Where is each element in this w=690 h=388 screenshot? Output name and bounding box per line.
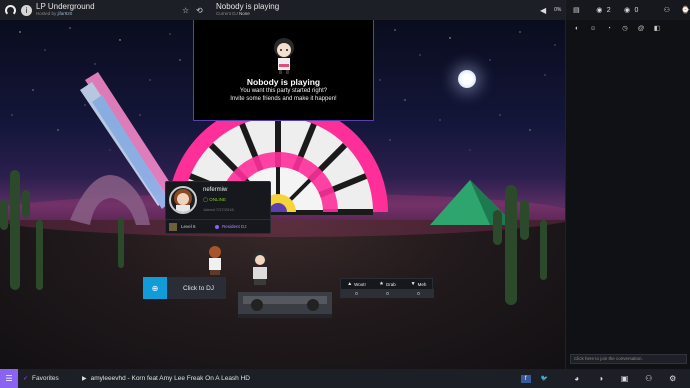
crowd-avatar-2 [253, 251, 267, 285]
user-role: Resident DJ [222, 224, 247, 229]
current-dj-prefix: Current DJ [216, 11, 238, 17]
grab-column: ★ Grab 0 [372, 279, 403, 299]
grab-count-icon[interactable]: ◉ [623, 6, 632, 14]
woot-count-icon[interactable]: ◉ [595, 6, 604, 14]
bottom-bar: ☰ ✓ Favorites ▶ amyleeevhd - Korn feat A… [0, 369, 690, 388]
volume-icon[interactable]: ◀ [540, 6, 546, 15]
at-icon[interactable]: @ [633, 25, 649, 32]
current-dj-name: None [239, 11, 250, 17]
sidebar-top-bar: ▤ ◉ 2 ◉ 0 ⚇ ⌚ [566, 0, 690, 20]
chat-toolbar: ◐ ☺ ◔ ◷ @ ◧ [566, 20, 690, 36]
sidebar-grab-count: 0 [634, 6, 639, 14]
profile-icon[interactable]: ⚇ [637, 374, 661, 383]
room-stage: Nobody is playing You want this party st… [0, 20, 565, 369]
grab-button[interactable]: ★ Grab [372, 279, 403, 289]
woot-count: 0 [341, 289, 372, 298]
woot-column: ▲ Woot! 0 [341, 279, 372, 299]
click-to-dj-button[interactable]: ⊕ Click to DJ [143, 277, 226, 299]
star-icon: ★ [379, 281, 384, 287]
thumbs-up-icon: ▲ [347, 281, 353, 287]
user-level: Level 6 [181, 224, 196, 229]
meh-count: 0 [403, 289, 434, 298]
meh-button[interactable]: ▼ Meh [403, 279, 434, 289]
top-bar: i LP Underground Hosted by jifar920 ☆ ⟲ … [0, 0, 565, 20]
users-icon[interactable]: ⚇ [662, 6, 671, 14]
thumbs-down-icon: ▼ [410, 281, 416, 287]
history-icon[interactable]: ⟲ [196, 6, 210, 15]
status-badge: ◯ ONLINE [203, 197, 227, 202]
twitter-icon[interactable]: 🐦 [540, 375, 550, 383]
grab-label: Grab [385, 281, 396, 287]
status-label: ONLINE [209, 197, 227, 202]
community-info[interactable]: LP Underground Hosted by jifar920 [36, 3, 146, 17]
crowd-avatar-1 [209, 246, 221, 275]
dj-booth [238, 292, 332, 318]
mascot-character [273, 38, 294, 74]
current-dj: Current DJ None [216, 12, 516, 17]
community-info-icon[interactable]: i [21, 4, 32, 16]
plug-logo-icon[interactable] [0, 0, 20, 20]
mention-icon[interactable]: ◔ [601, 25, 617, 32]
avatar-image [174, 189, 192, 212]
user-profile-card: nefermiw ◯ ONLINE Joined 7/27/2016 Level… [165, 181, 271, 234]
joined-date: Joined 7/27/2016 [203, 207, 234, 212]
video-message-line-1: You want this party started right? [239, 88, 328, 94]
woot-button[interactable]: ▲ Woot! [341, 279, 372, 289]
next-track[interactable]: amyleeevhd - Korn feat Amy Lee Freak On … [91, 375, 521, 382]
level-icon [169, 222, 177, 231]
video-panel: Nobody is playing You want this party st… [193, 20, 374, 121]
settings-gear-icon[interactable]: ⚙ [661, 374, 685, 383]
timestamp-icon[interactable]: ◷ [617, 24, 633, 32]
shop-icon[interactable]: ▣ [613, 374, 637, 383]
host-prefix: Hosted by [36, 11, 57, 17]
facebook-icon[interactable]: f [520, 374, 531, 383]
right-sidebar: ▤ ◉ 2 ◉ 0 ⚇ ⌚ ◐ ☺ ◔ ◷ @ ◧ Click here to … [565, 0, 690, 369]
host-user[interactable]: jifar920 [58, 11, 73, 17]
grab-count: 0 [372, 289, 403, 298]
chat-settings-icon[interactable]: ◐ [569, 25, 585, 32]
waitlist-icon[interactable]: ⌚ [681, 6, 690, 14]
active-playlist-name[interactable]: Favorites [32, 375, 72, 382]
click-to-dj-label: Click to DJ [183, 284, 215, 292]
meh-column: ▼ Meh 0 [403, 279, 434, 299]
user-card-footer: Level 6 Resident DJ [166, 219, 270, 233]
vote-panel: ▲ Woot! 0 ★ Grab 0 ▼ Meh 0 [340, 278, 434, 299]
role-icon [215, 224, 219, 229]
favorite-star-icon[interactable]: ☆ [182, 6, 194, 15]
user-avatar-icon[interactable]: ◕ [565, 374, 589, 383]
avatar-shop-icon[interactable]: ◑ [589, 374, 613, 383]
username[interactable]: nefermiw [203, 187, 227, 193]
community-host: Hosted by jifar920 [36, 12, 146, 17]
woot-label: Woot! [354, 281, 366, 287]
chat-input[interactable]: Click here to join the conversation. [570, 354, 687, 364]
volume-value: 0% [554, 7, 562, 13]
community-name: LP Underground [36, 2, 95, 12]
now-playing-info: Nobody is playing Current DJ None [216, 3, 516, 17]
sidebar-woot-count: 2 [606, 6, 611, 14]
join-waitlist-icon: ⊕ [143, 277, 167, 299]
meh-label: Meh [417, 281, 427, 287]
clear-chat-icon[interactable]: ◧ [649, 24, 665, 32]
active-playlist-check-icon: ✓ [23, 376, 29, 382]
play-icon: ▶ [82, 376, 87, 382]
playlist-menu-icon[interactable]: ☰ [0, 369, 18, 388]
avatar[interactable] [169, 186, 197, 214]
video-title: Nobody is playing [246, 77, 321, 87]
now-playing-title: Nobody is playing [216, 2, 280, 12]
chat-icon[interactable]: ▤ [572, 6, 581, 14]
video-message-line-2: Invite some friends and make it happen! [230, 96, 337, 102]
emoji-icon[interactable]: ☺ [585, 25, 601, 32]
